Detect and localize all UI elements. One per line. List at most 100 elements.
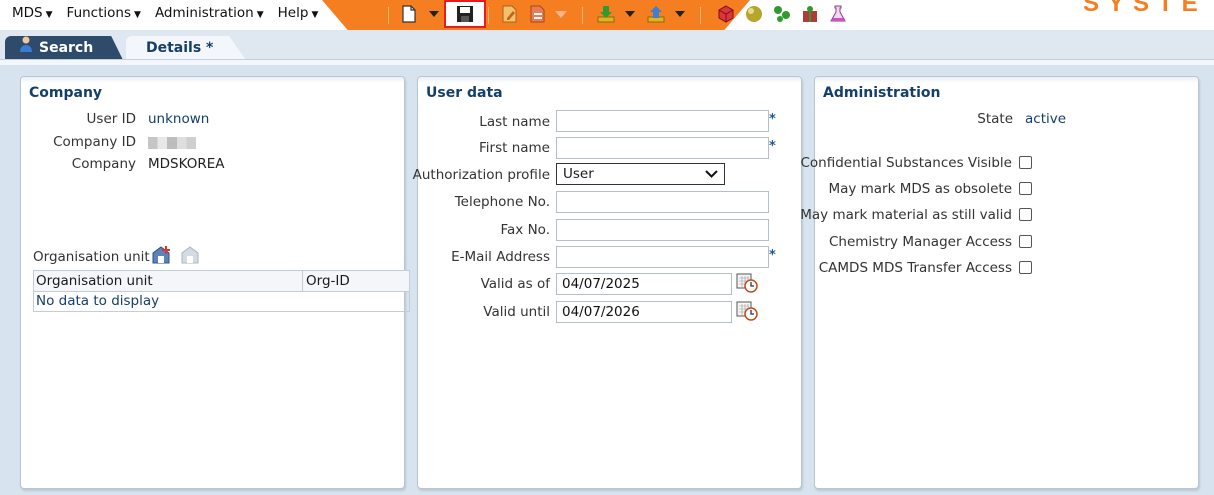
required-marker: * (769, 248, 776, 263)
new-document-dropdown[interactable] (428, 2, 440, 26)
chevron-down-icon (675, 11, 685, 17)
option-label-mark-obsolete: May mark MDS as obsolete (828, 181, 1012, 197)
mark-obsolete-checkbox[interactable] (1019, 182, 1032, 195)
first-name-label: First name (479, 140, 550, 156)
top-bar: MDS ▼ Functions ▼ Administration ▼ Help ▼ (0, 0, 1214, 30)
still-valid-checkbox[interactable] (1019, 208, 1032, 221)
new-document-button[interactable] (400, 2, 418, 26)
download-button[interactable] (596, 2, 616, 26)
gift-button[interactable] (800, 2, 820, 26)
user-data-panel: User data Last name * First name * Autho… (413, 76, 802, 489)
menu-help-label: Help (277, 5, 309, 21)
sphere-button[interactable] (744, 2, 764, 26)
email-input[interactable] (556, 246, 769, 268)
state-value: active (1025, 111, 1067, 127)
add-org-unit-button[interactable] (151, 245, 171, 269)
menu-administration[interactable]: Administration ▼ (143, 0, 264, 28)
flask-icon (830, 5, 846, 22)
last-name-label: Last name (479, 114, 550, 130)
remove-org-unit-button[interactable] (180, 245, 200, 269)
chevron-down-icon (555, 10, 567, 18)
user-data-panel-title: User data (426, 85, 503, 101)
menu-mds-label: MDS (12, 5, 43, 21)
auth-profile-select[interactable]: User (556, 163, 725, 185)
pdf-export-dropdown[interactable] (554, 2, 568, 26)
menu-functions-label: Functions (66, 5, 132, 21)
valid-as-of-input[interactable] (556, 273, 732, 295)
save-button[interactable] (444, 0, 486, 28)
caret-down-icon: ▼ (311, 10, 319, 20)
pdf-export-icon (530, 5, 545, 23)
valid-until-input[interactable] (556, 301, 732, 323)
menu-mds[interactable]: MDS ▼ (0, 0, 53, 28)
user-id-value: unknown (148, 111, 210, 127)
upload-icon (647, 6, 665, 23)
chevron-down-icon (705, 170, 718, 178)
chevron-down-icon (625, 11, 635, 17)
tab-search[interactable]: Search (5, 36, 123, 60)
valid-until-label: Valid until (483, 304, 550, 320)
toolbar-separator (582, 7, 583, 24)
column-divider (302, 271, 303, 292)
org-unit-label: Organisation unit (33, 249, 150, 265)
auth-profile-value: User (563, 166, 594, 182)
sphere-icon (746, 6, 762, 22)
valid-as-of-label: Valid as of (480, 276, 550, 292)
company-id-redacted (148, 137, 196, 149)
toolbar-separator (488, 7, 489, 24)
required-marker: * (769, 139, 776, 154)
fax-label: Fax No. (500, 222, 551, 238)
state-label: State (977, 111, 1013, 127)
valid-as-of-calendar-button[interactable] (736, 271, 758, 297)
edit-document-button[interactable] (500, 2, 520, 26)
first-name-input[interactable] (556, 137, 769, 159)
pdf-export-button[interactable] (528, 2, 548, 26)
molecule-button[interactable] (772, 2, 792, 26)
confidential-substances-checkbox[interactable] (1019, 156, 1032, 169)
panel-header-shade (418, 77, 801, 83)
panel-header-shade (815, 77, 1198, 83)
auth-profile-label: Authorization profile (412, 167, 550, 183)
caret-down-icon: ▼ (45, 10, 53, 20)
company-panel-title: Company (29, 85, 103, 101)
menu-administration-label: Administration (154, 5, 254, 21)
company-id-label: Company ID (53, 134, 136, 150)
calendar-icon (736, 273, 758, 293)
molecule-icon (774, 6, 790, 22)
tab-details-label: Details * (146, 40, 214, 56)
menu-functions[interactable]: Functions ▼ (55, 0, 141, 28)
calendar-icon (736, 301, 758, 321)
panel-header-shade (21, 77, 404, 83)
flask-button[interactable] (828, 2, 848, 26)
upload-dropdown[interactable] (674, 2, 686, 26)
user-id-label: User ID (86, 111, 136, 127)
company-label: Company (71, 156, 136, 172)
required-marker: * (769, 112, 776, 127)
valid-until-calendar-button[interactable] (736, 299, 758, 325)
tab-details[interactable]: Details * (126, 36, 246, 60)
option-label-confidential: Confidential Substances Visible (800, 155, 1012, 171)
email-label: E-Mail Address (451, 249, 550, 265)
camds-transfer-checkbox[interactable] (1019, 261, 1032, 274)
download-dropdown[interactable] (624, 2, 636, 26)
new-document-icon (402, 5, 416, 23)
org-col-unit[interactable]: Organisation unit (36, 273, 153, 289)
chemistry-manager-checkbox[interactable] (1019, 235, 1032, 248)
chevron-down-icon (429, 11, 439, 17)
fax-input[interactable] (556, 219, 769, 241)
org-table-header: Organisation unit Org-ID (33, 270, 410, 292)
tab-content-edge (0, 59, 1214, 65)
telephone-input[interactable] (556, 191, 769, 213)
gift-icon (803, 6, 817, 22)
org-col-id[interactable]: Org-ID (306, 273, 350, 289)
toolbar-separator (700, 7, 701, 24)
download-icon (597, 6, 615, 23)
administration-panel: Administration State active Confidential… (800, 76, 1199, 489)
last-name-input[interactable] (556, 110, 769, 132)
option-label-chemistry-manager: Chemistry Manager Access (828, 234, 1012, 250)
menu-help[interactable]: Help ▼ (266, 0, 319, 28)
save-icon (457, 6, 473, 22)
upload-button[interactable] (646, 2, 666, 26)
red-cube-button[interactable] (716, 2, 736, 26)
option-label-camds-transfer: CAMDS MDS Transfer Access (818, 260, 1012, 276)
